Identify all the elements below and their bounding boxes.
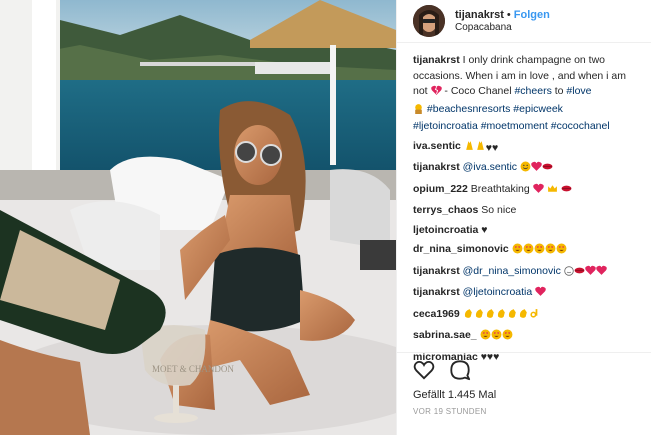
post-timestamp: VOR 19 STUNDEN [413, 407, 487, 416]
heart-eyes-emoji-icon [480, 329, 491, 346]
comment-username[interactable]: dr_nina_simonovic [413, 243, 509, 255]
avatar-image [413, 5, 445, 37]
heart-icon[interactable] [413, 360, 435, 385]
clapping-hands-emoji-icon [474, 308, 485, 325]
clapping-emoji-group [463, 308, 540, 320]
comment-row: tijanakrst @ljetoincroatia [413, 285, 643, 303]
broken-heart-emoji-icon [430, 85, 442, 102]
kiss-lips-emoji-icon [542, 161, 553, 178]
kiss-lips-emoji-icon [561, 183, 572, 200]
header-text: tijanakrst • Folgen Copacabana [455, 9, 550, 33]
heart-eyes-emoji-icon [534, 243, 545, 260]
comment-username[interactable]: iva.sentic [413, 140, 461, 152]
praying-hands-emoji-icon [475, 140, 486, 157]
hashtags-line-1[interactable]: #beachesnresorts #epicweek [427, 103, 563, 115]
post-photo[interactable]: MOET & CHANDON [0, 0, 396, 435]
comment-mention[interactable]: @iva.sentic [463, 161, 517, 173]
comment-icon[interactable] [449, 359, 471, 386]
comment-row: tijanakrst @iva.sentic [413, 160, 643, 178]
hashtag-cheers[interactable]: #cheers [514, 85, 551, 97]
heart-eyes-emoji-icon [512, 243, 523, 260]
comment-username[interactable]: tijanakrst [413, 286, 460, 298]
comment-text: So nice [478, 204, 517, 216]
action-icons [413, 359, 635, 385]
heart-eyes-emoji-icon [556, 243, 567, 260]
caption-username[interactable]: tijanakrst [413, 54, 460, 66]
caption-text-2: - Coco Chanel [441, 85, 515, 97]
comment-username[interactable]: sabrina.sae_ [413, 329, 477, 341]
comment-row: dr_nina_simonovic [413, 242, 643, 260]
post-sidebar: tijanakrst • Folgen Copacabana tijanakrst … [396, 0, 651, 435]
caption-text-3: to [551, 85, 567, 97]
clapping-hands-emoji-icon [507, 308, 518, 325]
heart-eyes-emoji-icon [491, 329, 502, 346]
svg-text:MOET & CHANDON: MOET & CHANDON [152, 364, 234, 374]
separator-dot: • [506, 8, 511, 21]
clapping-hands-emoji-icon [463, 308, 474, 325]
comment-username[interactable]: tijanakrst [413, 161, 460, 173]
comment-text: ♥ [478, 223, 488, 236]
header-top: tijanakrst • Folgen [455, 9, 550, 22]
red-heart-emoji-icon [535, 286, 546, 303]
post-actions: Gefällt 1.445 Mal VOR 19 STUNDEN [397, 352, 651, 416]
comments-list: tijanakrst I only drink champagne on two… [397, 43, 651, 365]
black-heart-emoji-icon: ♥♥ [485, 141, 499, 154]
comment-username[interactable]: ceca1969 [413, 308, 460, 320]
photo-illustration: MOET & CHANDON [0, 0, 396, 435]
comment-mention[interactable]: @ljetoincroatia [463, 286, 533, 298]
clapping-hands-emoji-icon [496, 308, 507, 325]
red-heart-emoji-icon [595, 265, 607, 282]
red-heart-emoji-icon [531, 161, 542, 178]
comment-row: iva.sentic ♥♥ [413, 139, 643, 157]
smile-emoji-icon [520, 161, 531, 178]
hashtag-love[interactable]: #love [566, 85, 591, 97]
red-heart-emoji-icon [532, 183, 544, 200]
heart-eyes-emoji-icon [545, 243, 556, 260]
praying-hands-emoji-icon [464, 140, 475, 157]
location-link[interactable]: Copacabana [455, 22, 550, 34]
comment-username[interactable]: ljetoincroatia [413, 224, 478, 236]
instagram-post: MOET & CHANDON tijanakrst • Folgen Copacab [0, 0, 652, 435]
comment-username[interactable]: tijanakrst [413, 265, 460, 277]
avatar[interactable] [413, 5, 445, 37]
comment-row: opium_222 Breathtaking [413, 182, 643, 200]
post-header: tijanakrst • Folgen Copacabana [397, 0, 651, 43]
heart-eyes-emoji-icon [523, 243, 534, 260]
bride-emoji-icon [413, 103, 424, 120]
heart-eyes-emoji-group [512, 243, 567, 255]
heart-eyes-emoji-icon [502, 329, 513, 346]
clapping-hands-emoji-icon [518, 308, 529, 325]
ok-hand-emoji-icon [529, 308, 540, 325]
comment-row: ceca1969 [413, 307, 643, 325]
comment-username[interactable]: terrys_chaos [413, 204, 478, 216]
header-username[interactable]: tijanakrst [455, 9, 504, 21]
comment-text: Breathtaking [467, 182, 533, 195]
likes-count[interactable]: Gefällt 1.445 Mal [413, 389, 635, 401]
follow-button[interactable]: Folgen [514, 9, 550, 21]
red-heart-emoji-icon [584, 265, 596, 282]
comment-row: sabrina.sae_ [413, 328, 643, 346]
comment-mention[interactable]: @dr_nina_simonovic [463, 265, 561, 277]
comment-username[interactable]: opium_222 [413, 183, 468, 195]
comment-row: ljetoincroatia ♥ [413, 223, 643, 239]
wink-emoji-icon [564, 265, 574, 282]
kiss-lips-emoji-icon [574, 265, 585, 282]
comment-row: tijanakrst @dr_nina_simonovic [413, 264, 643, 282]
crown-emoji-icon [547, 183, 558, 200]
comment-row: terrys_chaos So nice [413, 203, 643, 219]
clapping-hands-emoji-icon [485, 308, 496, 325]
hashtags-line-2[interactable]: #ljetoincroatia #moetmoment #cocochanel [413, 120, 610, 132]
caption: tijanakrst I only drink champagne on two… [413, 53, 643, 135]
